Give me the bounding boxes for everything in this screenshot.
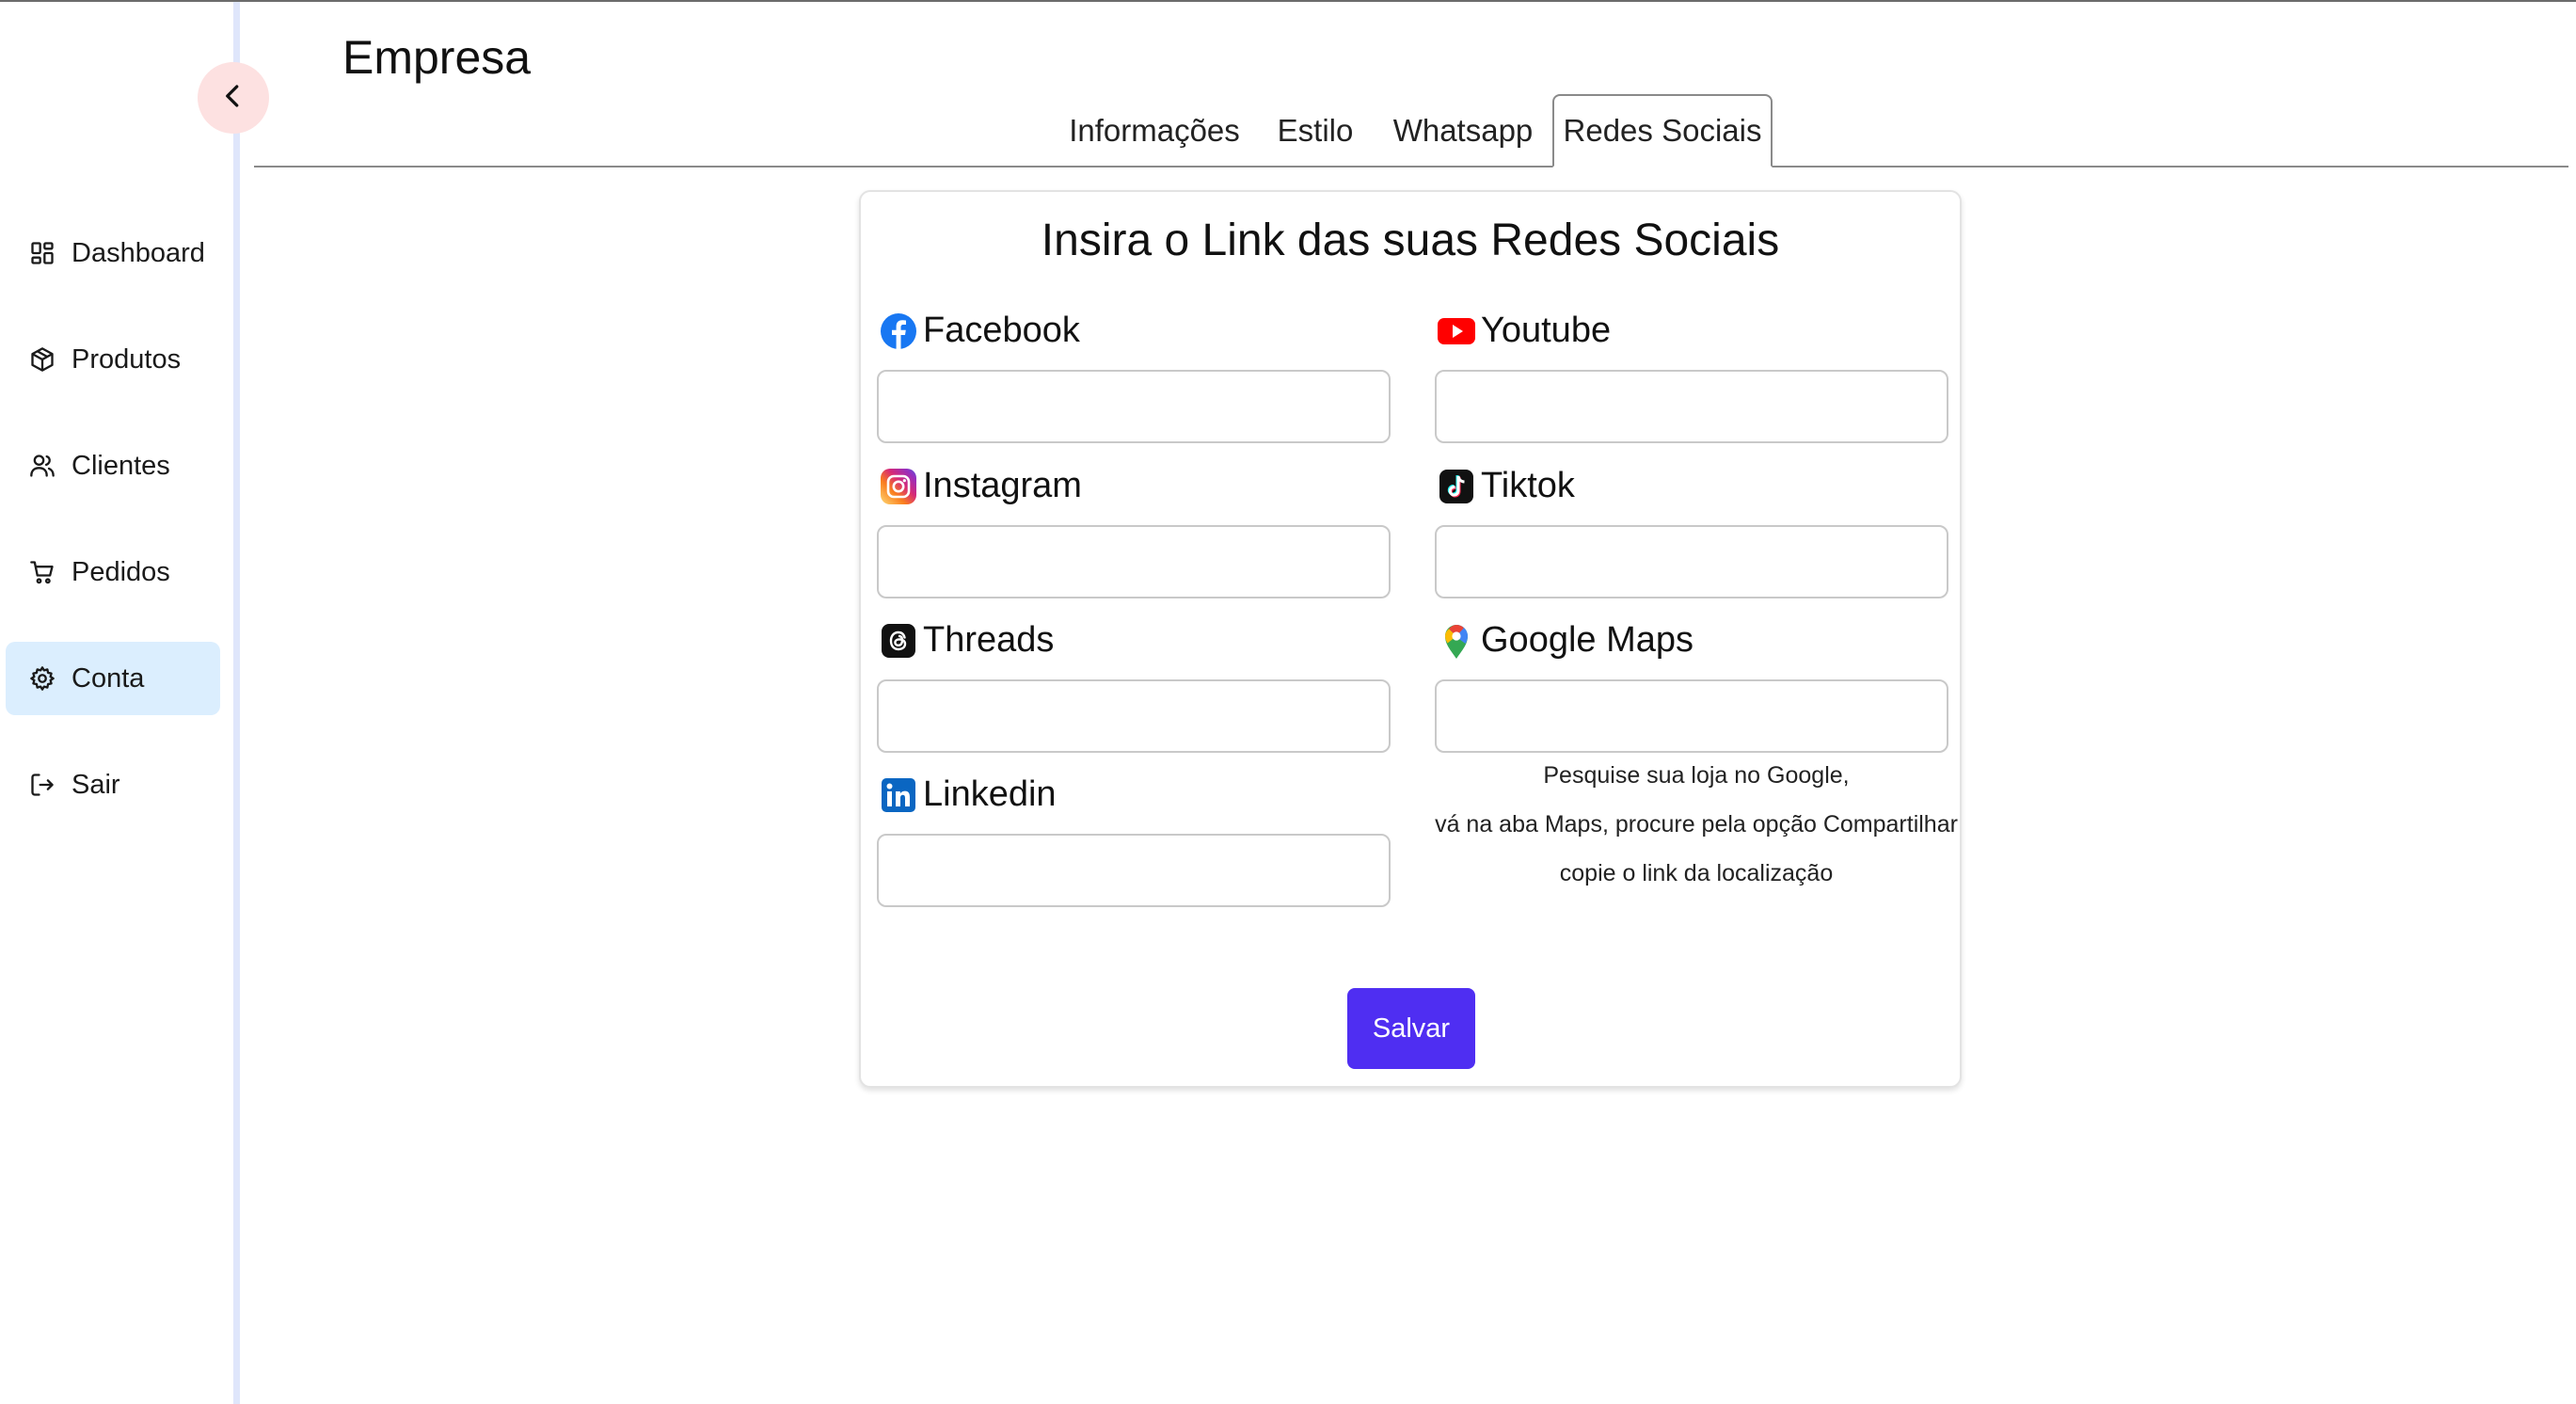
tiktok-input[interactable]	[1435, 525, 1948, 598]
youtube-label-text: Youtube	[1481, 311, 1612, 350]
sidebar-item-label: Produtos	[72, 343, 182, 375]
google-maps-label-text: Google Maps	[1481, 620, 1694, 660]
sidebar: Dashboard Produtos Clientes Pedidos Cont…	[0, 2, 233, 1404]
sidebar-item-conta[interactable]: Conta	[6, 642, 220, 715]
instagram-input[interactable]	[877, 525, 1391, 598]
logout-icon	[28, 771, 56, 799]
sidebar-item-dashboard[interactable]: Dashboard	[6, 216, 220, 290]
sidebar-item-clientes[interactable]: Clientes	[6, 429, 220, 503]
youtube-icon	[1438, 312, 1475, 350]
hint-line: Pesquise sua loja no Google,	[1543, 762, 1850, 789]
instagram-label: Instagram	[880, 466, 1082, 506]
threads-label-text: Threads	[923, 620, 1055, 660]
tiktok-label-text: Tiktok	[1481, 466, 1575, 505]
linkedin-label: Linkedin	[880, 774, 1057, 815]
save-button[interactable]: Salvar	[1347, 988, 1475, 1069]
collapse-sidebar-button[interactable]	[198, 62, 269, 134]
linkedin-label-text: Linkedin	[923, 774, 1057, 814]
facebook-label-text: Facebook	[923, 311, 1080, 350]
sidebar-item-pedidos[interactable]: Pedidos	[6, 535, 220, 609]
youtube-input[interactable]	[1435, 370, 1948, 443]
top-border	[0, 0, 2576, 2]
instagram-icon	[880, 468, 917, 505]
facebook-input[interactable]	[877, 370, 1391, 443]
sidebar-item-label: Conta	[72, 662, 145, 694]
threads-label: Threads	[880, 620, 1054, 661]
tabs-underline	[254, 166, 2568, 168]
sidebar-divider	[233, 2, 240, 1404]
google-maps-label: Google Maps	[1438, 620, 1693, 661]
cart-icon	[28, 558, 56, 586]
google-maps-hint: Pesquise sua loja no Google, vá na aba M…	[1433, 751, 1960, 898]
youtube-label: Youtube	[1438, 311, 1611, 351]
sidebar-item-label: Clientes	[72, 450, 170, 481]
chevron-left-icon	[219, 82, 247, 115]
users-icon	[28, 452, 56, 480]
tiktok-label: Tiktok	[1438, 466, 1575, 506]
threads-input[interactable]	[877, 679, 1391, 753]
sidebar-item-label: Sair	[72, 769, 120, 800]
threads-icon	[880, 622, 917, 660]
hint-line: copie o link da localização	[1559, 860, 1834, 886]
page-title: Empresa	[342, 31, 532, 84]
tiktok-icon	[1438, 468, 1475, 505]
facebook-label: Facebook	[880, 311, 1080, 351]
tab-estilo[interactable]: Estilo	[1270, 94, 1360, 168]
card-title: Insira o Link das suas Redes Sociais	[1041, 215, 1780, 265]
tab-redes-sociais[interactable]: Redes Sociais	[1552, 94, 1773, 168]
tab-whatsapp[interactable]: Whatsapp	[1385, 94, 1541, 168]
gear-icon	[28, 664, 56, 693]
sidebar-item-produtos[interactable]: Produtos	[6, 323, 220, 396]
linkedin-input[interactable]	[877, 834, 1391, 907]
google-maps-input[interactable]	[1435, 679, 1948, 753]
sidebar-item-label: Pedidos	[72, 556, 170, 587]
tab-informacoes[interactable]: Informações	[1059, 94, 1249, 168]
sidebar-item-sair[interactable]: Sair	[6, 748, 220, 822]
social-links-card: Insira o Link das suas Redes Sociais Fac…	[859, 190, 1962, 1088]
dashboard-icon	[28, 239, 56, 267]
instagram-label-text: Instagram	[923, 466, 1082, 505]
hint-line: vá na aba Maps, procure pela opção Compa…	[1435, 811, 1958, 838]
package-icon	[28, 345, 56, 374]
sidebar-item-label: Dashboard	[72, 237, 205, 268]
google-maps-icon	[1438, 622, 1475, 660]
linkedin-icon	[880, 776, 917, 814]
facebook-icon	[880, 312, 917, 350]
